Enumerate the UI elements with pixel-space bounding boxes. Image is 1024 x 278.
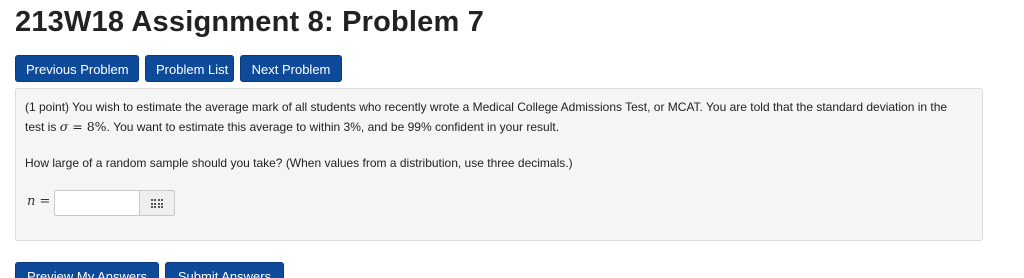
problem-statement: (1 point) You wish to estimate the avera…: [25, 97, 965, 137]
submit-answers-button[interactable]: Submit Answers: [165, 262, 284, 278]
sigma-equals: =: [72, 119, 83, 134]
answer-label: n =: [27, 194, 50, 209]
grid-icon: [151, 199, 163, 209]
sigma-expression: σ = 8%: [60, 119, 107, 134]
problem-page: 213W18 Assignment 8: Problem 7 Previous …: [0, 0, 1024, 278]
next-problem-button[interactable]: Next Problem: [240, 55, 342, 82]
problem-list-button[interactable]: Problem List: [145, 55, 234, 82]
sigma-value: 8%: [86, 119, 107, 134]
problem-points: (1 point): [25, 100, 70, 114]
answer-input[interactable]: [54, 190, 140, 216]
equation-palette-button[interactable]: [140, 190, 175, 216]
answer-variable: n: [27, 194, 36, 209]
problem-question: How large of a random sample should you …: [25, 156, 573, 170]
preview-answers-button[interactable]: Preview My Answers: [15, 262, 159, 278]
previous-problem-button[interactable]: Previous Problem: [15, 55, 139, 82]
sigma-symbol: σ: [59, 119, 69, 134]
answer-equals: =: [39, 194, 51, 209]
problem-text-end: . You want to estimate this average to w…: [106, 120, 560, 134]
problem-panel: (1 point) You wish to estimate the avera…: [15, 88, 983, 241]
page-title: 213W18 Assignment 8: Problem 7: [15, 6, 485, 38]
